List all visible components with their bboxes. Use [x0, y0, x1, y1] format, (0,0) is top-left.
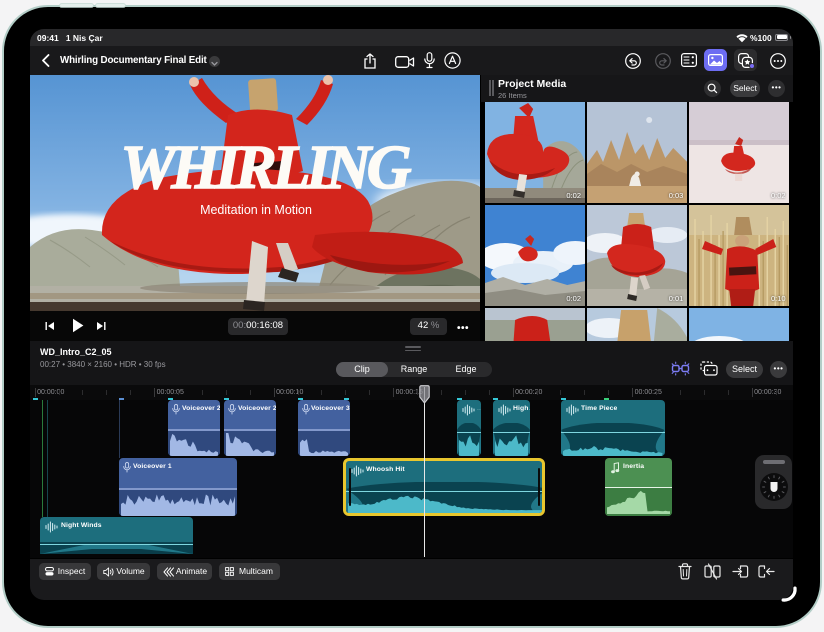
svg-text:WHIRLING: WHIRLING: [121, 134, 412, 202]
svg-text:Meditation in Motion: Meditation in Motion: [200, 203, 312, 217]
